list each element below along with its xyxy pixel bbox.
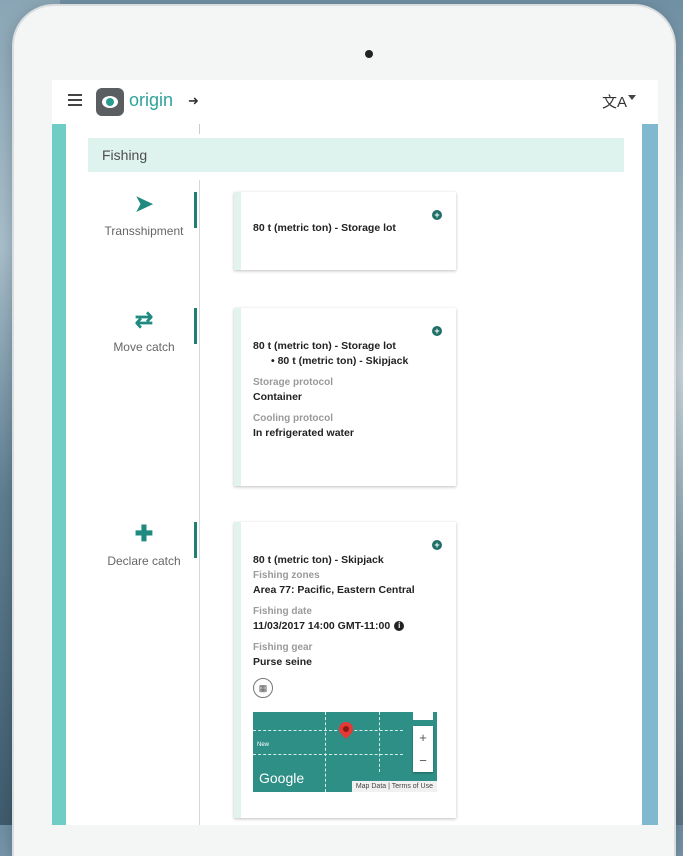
fishing-date-value: 11/03/2017 14:00 GMT-11:00	[253, 620, 391, 632]
origin-logo[interactable]	[96, 88, 124, 116]
fishing-zone-map[interactable]: New + − Google Map Data | Terms of Use	[253, 712, 437, 792]
storage-protocol-value: Container	[253, 391, 303, 403]
add-circle-icon[interactable]: +	[432, 326, 442, 336]
card-move-catch: + 80 t (metric ton) - Storage lot • 80 t…	[234, 308, 456, 486]
event-label: Declare catch	[107, 554, 181, 568]
event-declare-catch: ✚ Declare catch	[88, 520, 200, 568]
fishing-zones-value: Area 77: Pacific, Eastern Central	[253, 584, 415, 596]
event-marker	[194, 192, 197, 228]
map-fullscreen-control[interactable]	[413, 712, 433, 720]
app-bar: origin ➜ 文A	[52, 80, 658, 124]
cooling-protocol-label: Cooling protocol	[253, 413, 333, 424]
timeline-line	[199, 180, 200, 825]
hamburger-menu-icon[interactable]	[68, 94, 82, 106]
paper-plane-icon: ➤	[134, 191, 154, 216]
brand-name[interactable]: origin	[129, 90, 173, 111]
map-zoom-out-button[interactable]: −	[413, 749, 433, 772]
event-label: Move catch	[113, 340, 175, 354]
event-transshipment: ➤ Transshipment	[88, 190, 200, 238]
cooling-protocol-value: In refrigerated water	[253, 427, 354, 439]
swap-arrows-icon: ⇄	[134, 307, 154, 332]
app-screen: origin ➜ 文A Fishing ➤ Transshipment + 80…	[52, 80, 658, 825]
map-boundary-line	[253, 730, 403, 731]
content-area: Fishing ➤ Transshipment + 80 t (metric t…	[52, 124, 658, 825]
map-place-label: New	[257, 742, 270, 748]
fishing-date-row: 11/03/2017 14:00 GMT-11:00 i	[253, 620, 444, 632]
card-title: 80 t (metric ton) - Storage lot	[253, 222, 396, 234]
map-zoom-control[interactable]: + −	[413, 726, 433, 772]
map-pin-icon[interactable]	[336, 719, 356, 739]
sign-in-icon[interactable]: ➜	[188, 93, 199, 109]
fishing-gear-value: Purse seine	[253, 656, 312, 668]
section-header: Fishing	[88, 138, 624, 172]
map-boundary-line	[253, 754, 403, 755]
google-logo: Google	[259, 770, 305, 786]
card-bullet: • 80 t (metric ton) - Skipjack	[271, 355, 409, 367]
event-marker	[194, 522, 197, 558]
map-boundary-line	[325, 712, 326, 792]
info-icon[interactable]: i	[394, 621, 405, 632]
fishing-gear-net-icon: ▦	[253, 678, 273, 698]
storage-protocol-label: Storage protocol	[253, 377, 334, 388]
language-dropdown-caret-icon[interactable]	[628, 95, 636, 100]
add-circle-icon[interactable]: +	[432, 210, 442, 220]
map-boundary-line	[379, 712, 380, 772]
map-terms-link[interactable]: Terms of Use	[392, 783, 433, 790]
add-circle-icon[interactable]: +	[432, 540, 442, 550]
card-bullet-text: 80 t (metric ton) - Skipjack	[277, 355, 409, 367]
fishing-date-label: Fishing date	[253, 606, 312, 617]
card-declare-catch: + 80 t (metric ton) - Skipjack Fishing z…	[234, 522, 456, 818]
map-zoom-in-button[interactable]: +	[413, 726, 433, 749]
card-title: 80 t (metric ton) - Storage lot	[253, 340, 396, 352]
card-transshipment: + 80 t (metric ton) - Storage lot	[234, 192, 456, 270]
event-label: Transshipment	[104, 224, 184, 238]
tablet-camera	[365, 50, 373, 58]
map-footer: Map Data | Terms of Use	[351, 781, 437, 792]
event-marker	[194, 308, 197, 344]
timeline-top-tick	[199, 124, 200, 134]
event-move-catch: ⇄ Move catch	[88, 306, 200, 354]
map-data-link[interactable]: Map Data	[356, 783, 386, 790]
timeline-panel: Fishing ➤ Transshipment + 80 t (metric t…	[66, 124, 642, 825]
plus-icon: ✚	[134, 521, 154, 546]
fishing-zones-label: Fishing zones	[253, 570, 320, 581]
content-right-strip	[642, 124, 658, 825]
card-title: 80 t (metric ton) - Skipjack	[253, 554, 384, 566]
fishing-gear-label: Fishing gear	[253, 642, 313, 653]
translate-icon[interactable]: 文A	[602, 91, 627, 112]
